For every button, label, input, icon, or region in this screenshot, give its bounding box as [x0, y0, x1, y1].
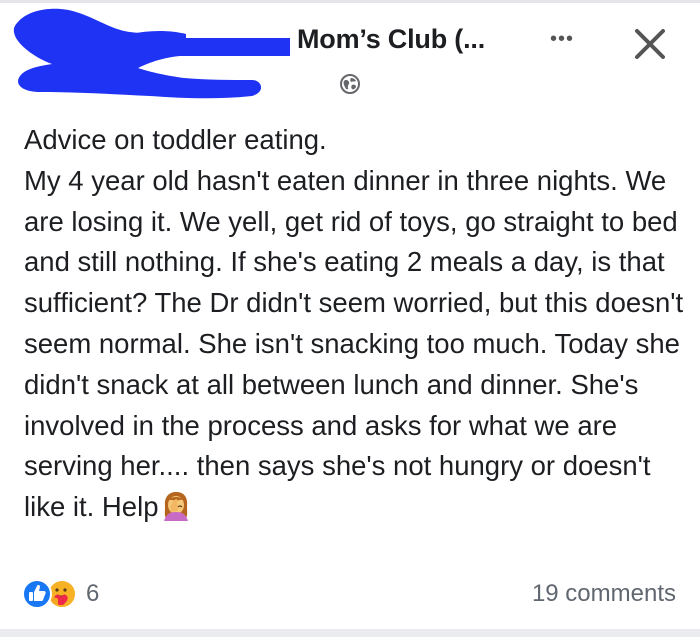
post-text: My 4 year old hasn't eaten dinner in thr…: [24, 161, 684, 528]
redaction-scribble: [13, 8, 290, 99]
globe-icon: [340, 74, 360, 94]
post-header: Mom’s Club (... •••: [0, 0, 700, 110]
woman-facepalming-emoji: [163, 492, 188, 522]
group-name-link[interactable]: Mom’s Club (...: [297, 24, 485, 55]
reactions-summary[interactable]: 6: [22, 577, 99, 611]
like-icon: [22, 579, 52, 609]
post-title: Advice on toddler eating.: [24, 124, 327, 155]
bottom-divider: [0, 629, 700, 637]
close-icon[interactable]: [628, 22, 672, 66]
post-content: Advice on toddler eating. My 4 year old …: [24, 120, 684, 528]
post-footer: 6 19 comments: [0, 572, 700, 616]
more-options-button[interactable]: •••: [540, 24, 584, 54]
reaction-count: 6: [86, 580, 100, 607]
comments-count-link[interactable]: 19 comments: [532, 580, 676, 608]
post-body-text: My 4 year old hasn't eaten dinner in thr…: [24, 164, 684, 523]
